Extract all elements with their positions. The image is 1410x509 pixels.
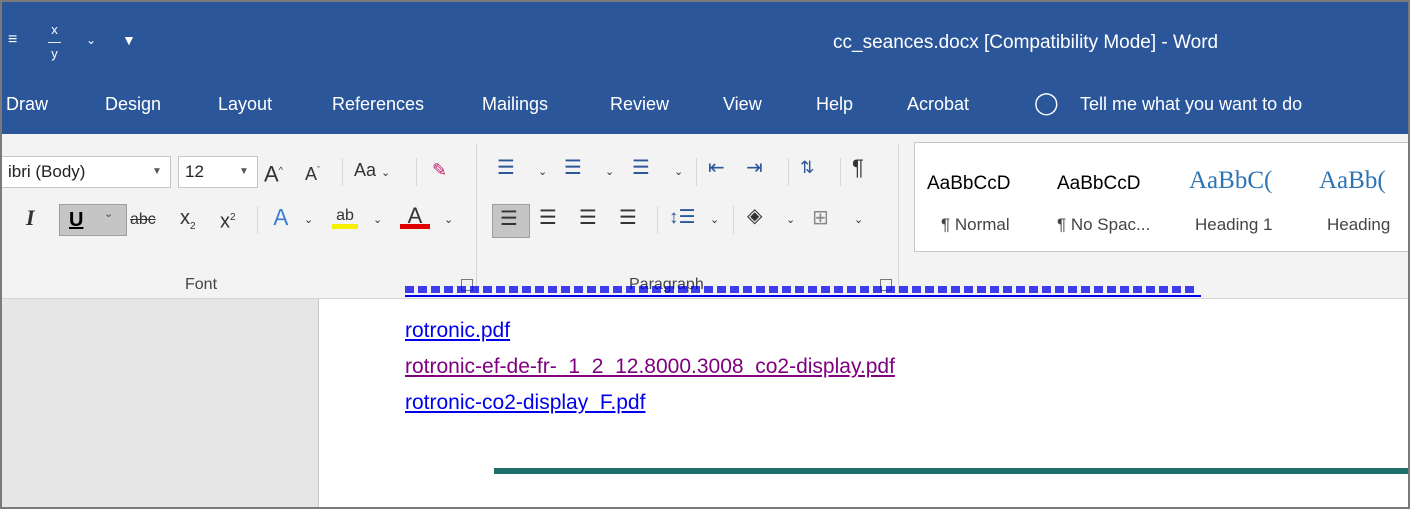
font-size-value: 12 [185,162,204,181]
style-name: ¶ No Spac... [1057,215,1151,234]
chevron-down-icon[interactable]: ⌄ [710,206,719,234]
shrink-font-icon[interactable]: Aˇ [305,156,320,188]
doc-link[interactable]: rotronic.pdf [405,319,510,343]
tab-acrobat[interactable]: Acrobat [907,94,969,115]
separator [257,206,258,234]
link-underline [405,295,1201,297]
navigation-pane [2,299,319,507]
show-formatting-marks-icon[interactable]: ¶ [852,154,864,182]
change-case-label: Aa [354,160,377,180]
change-case-button[interactable]: Aa ⌄ [354,156,390,187]
italic-button[interactable]: I [26,204,35,232]
justify-icon[interactable]: ☰ [619,204,637,232]
font-name-combo[interactable]: ibri (Body) ▼ [2,156,171,188]
increase-indent-icon[interactable]: ⇥ [746,154,763,182]
clipped-link-line [405,282,1201,300]
separator [416,158,417,186]
chevron-down-icon[interactable]: ⌄ [304,206,313,234]
style-name: ¶ Normal [941,215,1010,234]
bullets-icon[interactable]: ☰ [497,154,515,182]
tab-view[interactable]: View [723,94,762,115]
chevron-down-icon[interactable]: ⌄ [373,206,382,234]
doc-link-visited[interactable]: rotronic-ef-de-fr-_1_2_12.8000.3008_co2-… [405,355,895,379]
style-name: Heading 1 [1195,215,1273,234]
horizontal-rule [494,468,1408,474]
align-center-icon[interactable]: ☰ [539,204,557,232]
chevron-down-icon[interactable]: ⌄ [444,206,453,234]
chevron-down-icon: ▼ [239,166,249,177]
qat-dropdown-icon[interactable]: ⌄ [86,30,96,50]
line-spacing-icon[interactable]: ↕☰ [669,204,696,232]
separator [898,144,899,294]
chevron-down-icon[interactable]: ⌄ [605,158,614,186]
highlight-icon[interactable]: ab [332,202,358,229]
style-sample: AaBbC( [1189,167,1273,194]
document-icon[interactable]: ≡ [8,30,17,50]
tab-draw[interactable]: Draw [6,94,48,115]
styles-gallery: AaBbCcD ¶ Normal AaBbCcD ¶ No Spac... Aa… [914,142,1408,252]
style-sample: AaBbCcD [1057,173,1141,194]
style-no-spacing[interactable]: AaBbCcD ¶ No Spac... [1045,143,1170,251]
ribbon: ibri (Body) ▼ 12 ▼ A^ Aˇ Aa ⌄ ✎ I U ⌄ ab… [2,134,1408,299]
sort-icon[interactable]: ⇅ [800,154,814,182]
equation-icon[interactable]: x — y [48,23,61,60]
font-group-label: Font [185,276,218,293]
separator [840,158,841,186]
tab-layout[interactable]: Layout [218,94,272,115]
align-left-button[interactable]: ☰ [492,204,530,238]
tab-help[interactable]: Help [816,94,853,115]
borders-icon[interactable]: ⊞ [812,204,829,232]
word-window: ≡ x — y ⌄ ▼ cc_seances.docx [Compatibility… [0,0,1410,509]
subscript-button[interactable]: x2 [180,204,196,241]
window-title: cc_seances.docx [Compatibility Mode] - W… [833,32,1219,53]
style-normal[interactable]: AaBbCcD ¶ Normal [915,143,1042,251]
chevron-down-icon: ⌄ [104,208,114,220]
align-right-icon[interactable]: ☰ [579,204,597,232]
style-sample: AaBb( [1319,167,1386,194]
superscript-label: x [220,210,230,233]
tell-me-search[interactable]: Tell me what you want to do [1080,94,1302,115]
chevron-down-icon: ▼ [152,166,162,177]
tab-review[interactable]: Review [610,94,669,115]
chevron-down-icon[interactable]: ⌄ [786,206,795,234]
style-name: Heading [1327,215,1391,234]
style-heading-2[interactable]: AaBb( Heading [1317,143,1408,251]
tab-mailings[interactable]: Mailings [482,94,548,115]
separator [733,206,734,234]
customize-qat-icon[interactable]: ▼ [122,30,136,50]
decrease-indent-icon[interactable]: ⇤ [708,154,725,182]
superscript-button[interactable]: x2 [220,204,236,236]
grow-font-icon[interactable]: A^ [264,156,283,188]
lightbulb-icon: ◯ [1034,90,1059,115]
separator [342,158,343,186]
shading-icon[interactable]: ◈ [747,202,762,230]
underline-label: U [69,209,84,231]
chevron-down-icon[interactable]: ⌄ [854,206,863,234]
font-size-combo[interactable]: 12 ▼ [178,156,258,188]
font-name-value: ibri (Body) [8,162,86,181]
style-heading-1[interactable]: AaBbC( Heading 1 [1177,143,1317,251]
text-effects-icon[interactable]: Ａ [270,204,292,232]
tab-design[interactable]: Design [105,94,161,115]
chevron-down-icon[interactable]: ⌄ [674,158,683,186]
subscript-label: x [180,207,190,229]
numbering-icon[interactable]: ☰ [564,154,582,182]
tab-references[interactable]: References [332,94,424,115]
style-sample: AaBbCcD [927,173,1011,194]
multilevel-list-icon[interactable]: ☰ [632,154,650,182]
chevron-down-icon[interactable]: ⌄ [538,158,547,186]
align-left-icon: ☰ [500,208,518,230]
underline-button[interactable]: U ⌄ [59,204,127,236]
separator [657,206,658,234]
doc-link[interactable]: rotronic-co2-display_F.pdf [405,391,645,415]
font-color-icon[interactable]: A [400,202,430,229]
title-bar: ≡ x — y ⌄ ▼ cc_seances.docx [Compatibility… [2,2,1408,88]
separator [476,144,477,294]
clear-formatting-icon[interactable]: ✎ [432,156,447,184]
separator [788,158,789,186]
strikethrough-button[interactable]: abc [130,206,156,234]
link-text-fragment [405,286,1195,293]
separator [696,158,697,186]
